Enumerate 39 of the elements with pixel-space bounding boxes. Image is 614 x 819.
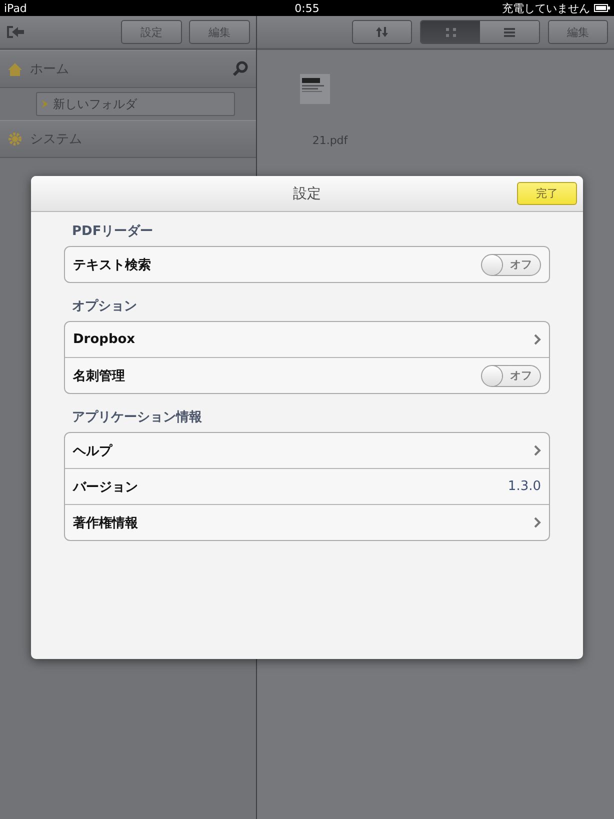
chevron-icon [41, 99, 50, 109]
folder-label: 新しいフォルダ [53, 96, 137, 112]
list-icon [504, 28, 515, 36]
chevron-icon [534, 517, 541, 528]
gear-icon [8, 132, 22, 146]
edit-button[interactable]: 編集 [189, 20, 250, 44]
clock-time: 0:55 [294, 2, 320, 14]
group-header: アプリケーション情報 [71, 408, 203, 427]
view-mode-tab[interactable] [421, 21, 480, 43]
group-header: PDFリーダー [71, 223, 154, 241]
done-button[interactable]: 完了 [517, 182, 577, 205]
dialog-title: 設定 [293, 184, 321, 202]
view-mode-tab[interactable] [480, 21, 539, 43]
folder-item[interactable]: 新しいフォルダ [36, 92, 235, 116]
view-mode-control[interactable] [420, 20, 540, 44]
version-value: 1.3.0 [508, 479, 541, 494]
group-header: オプション [71, 298, 138, 316]
settings-button[interactable]: 設定 [121, 20, 182, 44]
row-label: 名刺管理 [73, 368, 126, 384]
file-name[interactable]: 21.pdf [312, 134, 348, 147]
row-label: テキスト検索 [73, 256, 152, 274]
grid-icon [446, 28, 456, 36]
house-icon [8, 62, 22, 76]
toggle-switch[interactable]: オフ [481, 254, 541, 276]
charging-status: 充電していません [502, 0, 590, 16]
battery-icon [594, 4, 610, 12]
edit-button[interactable]: 編集 [548, 20, 608, 44]
row-label: Dropbox [73, 332, 136, 347]
chevron-icon [534, 445, 541, 456]
sort-icon [376, 27, 388, 37]
row-label: 著作権情報 [73, 514, 139, 532]
sort-button[interactable] [352, 20, 412, 44]
device-name: iPad [4, 2, 28, 14]
search-icon[interactable] [232, 61, 248, 77]
exit-icon[interactable] [6, 25, 24, 39]
chevron-icon [534, 334, 541, 345]
row-label: バージョン [73, 478, 139, 496]
toggle-switch[interactable]: オフ [481, 364, 541, 386]
row-label: ヘルプ [73, 442, 114, 460]
